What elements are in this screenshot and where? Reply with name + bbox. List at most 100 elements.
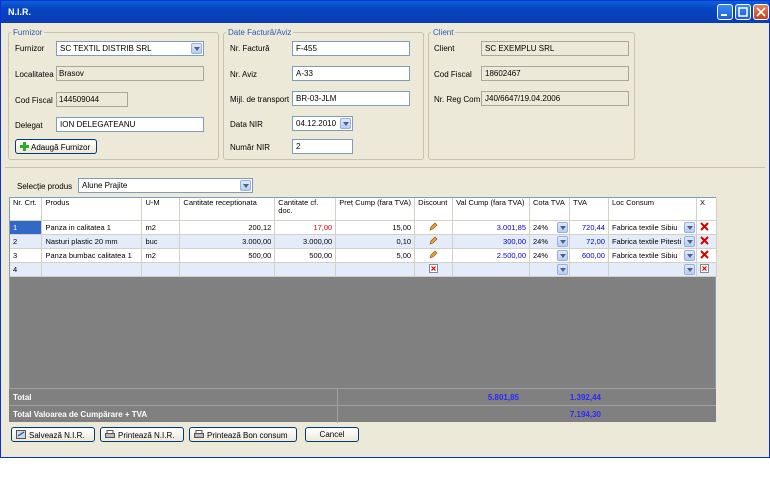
row-pret[interactable] xyxy=(335,262,416,277)
chevron-down-icon[interactable] xyxy=(683,249,695,261)
table-row[interactable]: 4 xyxy=(10,262,718,277)
chevron-down-icon[interactable] xyxy=(683,263,695,275)
col-discount[interactable]: Discount xyxy=(414,198,454,221)
row-delete[interactable] xyxy=(696,248,718,263)
row-discount[interactable] xyxy=(414,220,454,235)
table-row[interactable]: 3 Panza bumbac calitatea 1 m2 500,00 500… xyxy=(10,248,718,263)
row-produs[interactable]: Nasturi plastic 20 mm xyxy=(41,234,143,249)
col-x[interactable]: X xyxy=(696,198,718,221)
nr-factura-input[interactable]: F-455 xyxy=(292,41,410,56)
row-discount[interactable] xyxy=(414,262,454,277)
add-furnizor-button[interactable]: Adaugă Furnizor xyxy=(15,139,97,154)
data-nir-picker[interactable]: 04.12.2010 xyxy=(292,116,353,131)
row-cant-doc[interactable] xyxy=(274,262,337,277)
col-pret[interactable]: Preț Cump (fara TVA) xyxy=(335,198,416,221)
row-discount[interactable] xyxy=(414,234,454,249)
grand-total-value: 7.194,30 xyxy=(569,410,601,419)
row-nr[interactable]: 3 xyxy=(10,248,43,263)
print-bon-button[interactable]: Printează Bon consum xyxy=(189,427,297,442)
row-cota-select[interactable]: 24% xyxy=(529,220,570,235)
col-tva[interactable]: TVA xyxy=(569,198,609,221)
row-loc-select[interactable] xyxy=(608,262,697,277)
row-loc-select[interactable]: Fabrica textile Pitesti xyxy=(608,234,697,249)
row-cant-rec[interactable]: 500,00 xyxy=(179,248,276,263)
client-legend: Client xyxy=(433,28,454,37)
chevron-down-icon[interactable] xyxy=(340,118,351,129)
transport-value: BR-03-JLM xyxy=(296,94,337,103)
col-cant-doc[interactable]: Cantitate cf. doc. xyxy=(274,198,337,221)
row-cota-select[interactable]: 24% xyxy=(529,248,570,263)
close-button[interactable] xyxy=(753,4,769,20)
row-pret[interactable]: 15,00 xyxy=(335,220,416,235)
row-delete[interactable] xyxy=(696,234,718,249)
row-pret[interactable]: 5,00 xyxy=(335,248,416,263)
row-cant-rec[interactable]: 200,12 xyxy=(179,220,276,235)
row-delete[interactable] xyxy=(696,262,718,277)
col-cant-rec[interactable]: Cantitate receptionata xyxy=(179,198,276,221)
minimize-icon xyxy=(721,14,727,16)
table-row[interactable]: 2 Nasturi plastic 20 mm buc 3.000,00 3.0… xyxy=(10,234,718,249)
chevron-down-icon[interactable] xyxy=(556,221,568,233)
row-cant-doc[interactable]: 500,00 xyxy=(274,248,337,263)
row-cant-doc[interactable]: 3.000,00 xyxy=(274,234,337,249)
table-row[interactable]: 1 Panza in calitatea 1 m2 200,12 17,00 1… xyxy=(10,220,718,235)
row-cant-rec[interactable] xyxy=(179,262,276,277)
minimize-button[interactable] xyxy=(717,4,733,20)
row-cota-select[interactable] xyxy=(529,262,570,277)
row-nr[interactable]: 4 xyxy=(10,262,43,277)
maximize-button[interactable] xyxy=(735,4,751,20)
transport-input[interactable]: BR-03-JLM xyxy=(292,91,410,106)
row-produs[interactable]: Panza in calitatea 1 xyxy=(41,220,143,235)
save-nir-button[interactable]: Salvează N.I.R. xyxy=(11,427,95,442)
cancel-label: Cancel xyxy=(319,430,345,439)
furnizor-select[interactable]: SC TEXTIL DISTRIB SRL xyxy=(56,41,204,56)
row-discount[interactable] xyxy=(414,248,454,263)
row-um[interactable] xyxy=(141,262,181,277)
row-um[interactable]: buc xyxy=(141,234,181,249)
row-loc-select[interactable]: Fabrica textile Sibiu xyxy=(608,220,697,235)
chevron-down-icon[interactable] xyxy=(556,249,568,261)
client-cod-fiscal-field: 18602467 xyxy=(481,66,629,81)
maximize-icon xyxy=(738,7,748,17)
row-produs[interactable]: Panza bumbac calitatea 1 xyxy=(41,248,143,263)
selectie-produs-select[interactable]: Alune Prajite xyxy=(78,178,253,193)
row-loc: Fabrica textile Pitesti xyxy=(611,236,682,246)
nr-aviz-label: Nr. Aviz xyxy=(230,70,257,79)
chevron-down-icon[interactable] xyxy=(191,43,202,54)
nr-factura-value: F-455 xyxy=(296,44,317,53)
cancel-button[interactable]: Cancel xyxy=(305,427,359,442)
row-pret[interactable]: 0,10 xyxy=(335,234,416,249)
row-um[interactable]: m2 xyxy=(141,248,181,263)
chevron-down-icon[interactable] xyxy=(240,180,251,191)
col-um[interactable]: U-M xyxy=(141,198,181,221)
row-um[interactable]: m2 xyxy=(141,220,181,235)
chevron-down-icon[interactable] xyxy=(683,235,695,247)
title-bar: N.I.R. xyxy=(1,1,769,23)
row-cant-doc[interactable]: 17,00 xyxy=(274,220,337,235)
nr-factura-label: Nr. Factură xyxy=(230,44,270,53)
row-cota-select[interactable]: 24% xyxy=(529,234,570,249)
row-loc-select[interactable]: Fabrica textile Sibiu xyxy=(608,248,697,263)
row-nr[interactable]: 1 xyxy=(10,220,43,235)
table-header-row: Nr. Crt. Produs U-M Cantitate receptiona… xyxy=(10,198,718,221)
chevron-down-icon[interactable] xyxy=(556,235,568,247)
numar-nir-input[interactable]: 2 xyxy=(292,139,353,154)
row-produs[interactable] xyxy=(41,262,143,277)
col-val[interactable]: Val Cump (fara TVA) xyxy=(452,198,530,221)
nr-aviz-input[interactable]: A-33 xyxy=(292,66,410,81)
separator xyxy=(5,167,765,168)
chevron-down-icon[interactable] xyxy=(683,221,695,233)
col-loc[interactable]: Loc Consum xyxy=(608,198,697,221)
print-nir-button[interactable]: Printează N.I.R. xyxy=(100,427,184,442)
row-cant-rec[interactable]: 3.000,00 xyxy=(179,234,276,249)
col-produs[interactable]: Produs xyxy=(41,198,143,221)
client-value: SC EXEMPLU SRL xyxy=(485,44,555,53)
row-nr[interactable]: 2 xyxy=(10,234,43,249)
row-loc: Fabrica textile Sibiu xyxy=(611,250,678,260)
localitatea-field: Brasov xyxy=(56,66,204,81)
col-nr[interactable]: Nr. Crt. xyxy=(10,198,43,221)
col-cota[interactable]: Cota TVA xyxy=(529,198,570,221)
chevron-down-icon[interactable] xyxy=(556,263,568,275)
row-delete[interactable] xyxy=(696,220,718,235)
delegat-input[interactable]: ION DELEGATEANU xyxy=(56,117,204,132)
